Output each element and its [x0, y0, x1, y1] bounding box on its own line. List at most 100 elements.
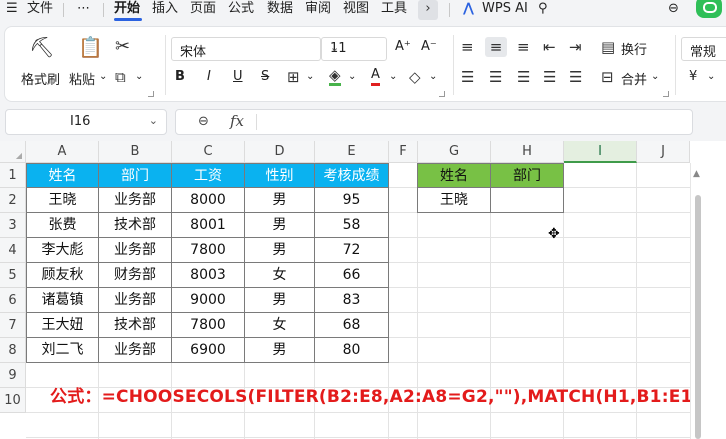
search-icon[interactable]: ⚲: [538, 0, 548, 20]
table-cell[interactable]: 刘二飞: [27, 338, 99, 363]
font-color-button[interactable]: A: [371, 67, 380, 86]
table-cell[interactable]: 7800: [172, 313, 245, 338]
row-header-10[interactable]: 10: [0, 388, 26, 413]
cut-icon[interactable]: ✂: [115, 38, 130, 56]
tab-page[interactable]: 页面: [190, 0, 216, 20]
table-header-cell[interactable]: 性别: [245, 164, 315, 188]
table-cell[interactable]: 9000: [172, 288, 245, 313]
select-all-corner[interactable]: ◢: [0, 141, 26, 163]
decrease-indent-icon[interactable]: ⇤: [543, 39, 556, 55]
spreadsheet-grid[interactable]: ◢ A B C D E F G H I J 1 2 3 4 5 6 7 8 9 …: [0, 141, 726, 439]
table-header-cell[interactable]: 考核成绩: [315, 164, 389, 188]
currency-button[interactable]: ¥: [689, 69, 697, 84]
lookup-result-cell[interactable]: [491, 188, 564, 213]
number-format-select[interactable]: 常规: [681, 37, 726, 61]
fill-color-icon[interactable]: ◈: [329, 67, 341, 86]
table-cell[interactable]: 8003: [172, 263, 245, 288]
chevron-down-icon[interactable]: ⌄: [149, 114, 158, 127]
vertical-scrollbar[interactable]: ▲: [690, 163, 726, 439]
row-header-5[interactable]: 5: [0, 263, 26, 288]
table-cell[interactable]: 58: [315, 213, 389, 238]
table-cell[interactable]: 7800: [172, 238, 245, 263]
grow-font-button[interactable]: A⁺: [395, 39, 411, 54]
scrollbar-thumb[interactable]: [695, 195, 701, 439]
table-cell[interactable]: 95: [315, 188, 389, 213]
tab-home[interactable]: 开始: [114, 0, 140, 20]
table-cell[interactable]: 68: [315, 313, 389, 338]
table-cell[interactable]: 业务部: [99, 188, 172, 213]
clipboard-group-expander[interactable]: [148, 91, 154, 97]
shrink-font-button[interactable]: A⁻: [421, 39, 437, 54]
row-header-8[interactable]: 8: [0, 338, 26, 363]
table-cell[interactable]: 女: [245, 263, 315, 288]
wrap-text-button[interactable]: 换行: [621, 39, 647, 58]
column-header-c[interactable]: C: [172, 141, 245, 163]
table-cell[interactable]: 李大彪: [27, 238, 99, 263]
table-cell[interactable]: 8001: [172, 213, 245, 238]
align-right-icon[interactable]: ☰: [517, 69, 530, 85]
align-top-icon[interactable]: ≡: [461, 39, 474, 55]
paste-icon[interactable]: 📋: [78, 37, 103, 57]
borders-icon[interactable]: ⊞: [287, 69, 300, 85]
table-cell[interactable]: 王晓: [27, 188, 99, 213]
table-header-cell[interactable]: 部门: [99, 164, 172, 188]
table-cell[interactable]: 技术部: [99, 313, 172, 338]
table-cell[interactable]: 6900: [172, 338, 245, 363]
row-header-1[interactable]: 1: [0, 163, 26, 188]
share-icon[interactable]: ⊖: [668, 0, 679, 20]
row-header-6[interactable]: 6: [0, 288, 26, 313]
table-cell[interactable]: 男: [245, 213, 315, 238]
table-cell[interactable]: 女: [245, 313, 315, 338]
align-left-icon[interactable]: ☰: [461, 69, 474, 85]
wps-ai-logo-icon[interactable]: ⋀: [463, 0, 474, 20]
table-cell[interactable]: 男: [245, 238, 315, 263]
format-painter-icon[interactable]: ⛏: [29, 37, 54, 57]
strikethrough-button[interactable]: S: [261, 69, 269, 84]
tab-insert[interactable]: 插入: [152, 0, 178, 20]
table-cell[interactable]: 业务部: [99, 288, 172, 313]
table-cell[interactable]: 张费: [27, 213, 99, 238]
table-cell[interactable]: 男: [245, 188, 315, 213]
table-cell[interactable]: 顾友秋: [27, 263, 99, 288]
column-header-e[interactable]: E: [315, 141, 389, 163]
column-header-f[interactable]: F: [389, 141, 418, 163]
italic-button[interactable]: I: [207, 69, 211, 84]
font-name-select[interactable]: 宋体 ⌄: [171, 37, 321, 61]
table-cell[interactable]: 男: [245, 288, 315, 313]
row-header-3[interactable]: 3: [0, 213, 26, 238]
bold-button[interactable]: B: [175, 69, 185, 84]
table-cell[interactable]: 8000: [172, 188, 245, 213]
table-cell[interactable]: 业务部: [99, 338, 172, 363]
paste-dropdown-icon[interactable]: ⌄: [99, 71, 107, 82]
align-middle-icon[interactable]: ≡: [485, 37, 507, 57]
column-header-h[interactable]: H: [491, 141, 564, 163]
increase-indent-icon[interactable]: ⇥: [569, 39, 582, 55]
wps-ai-button[interactable]: WPS AI: [482, 0, 528, 20]
copy-icon[interactable]: ⧉: [115, 69, 126, 85]
table-cell[interactable]: 72: [315, 238, 389, 263]
chevron-down-icon[interactable]: ⌄: [429, 71, 437, 82]
align-center-icon[interactable]: ☰: [489, 69, 502, 85]
table-cell[interactable]: 王大妞: [27, 313, 99, 338]
underline-button[interactable]: U: [233, 69, 243, 84]
merge-icon[interactable]: ⊟: [601, 69, 614, 85]
hamburger-menu-icon[interactable]: ☰: [6, 0, 18, 20]
lookup-header-cell[interactable]: 姓名: [418, 164, 491, 188]
table-cell[interactable]: 66: [315, 263, 389, 288]
clear-format-icon[interactable]: ◇: [409, 69, 421, 85]
paste-button[interactable]: 粘贴: [69, 69, 95, 88]
table-cell[interactable]: 83: [315, 288, 389, 313]
chevron-down-icon[interactable]: ⌄: [651, 71, 659, 82]
row-header-9[interactable]: 9: [0, 363, 26, 388]
column-header-d[interactable]: D: [245, 141, 315, 163]
column-header-b[interactable]: B: [99, 141, 172, 163]
table-cell[interactable]: 男: [245, 338, 315, 363]
chevron-down-icon[interactable]: ⌄: [389, 71, 397, 82]
wrap-text-icon[interactable]: ▤: [601, 39, 615, 55]
chevron-down-icon[interactable]: ⌄: [707, 71, 715, 82]
tab-formula[interactable]: 公式: [228, 0, 254, 20]
name-box[interactable]: I16 ⌄: [5, 109, 167, 135]
more-dots-icon[interactable]: ⋯: [77, 0, 90, 20]
formula-bar[interactable]: ⊖ fx: [175, 109, 693, 135]
table-cell[interactable]: 诸葛镇: [27, 288, 99, 313]
